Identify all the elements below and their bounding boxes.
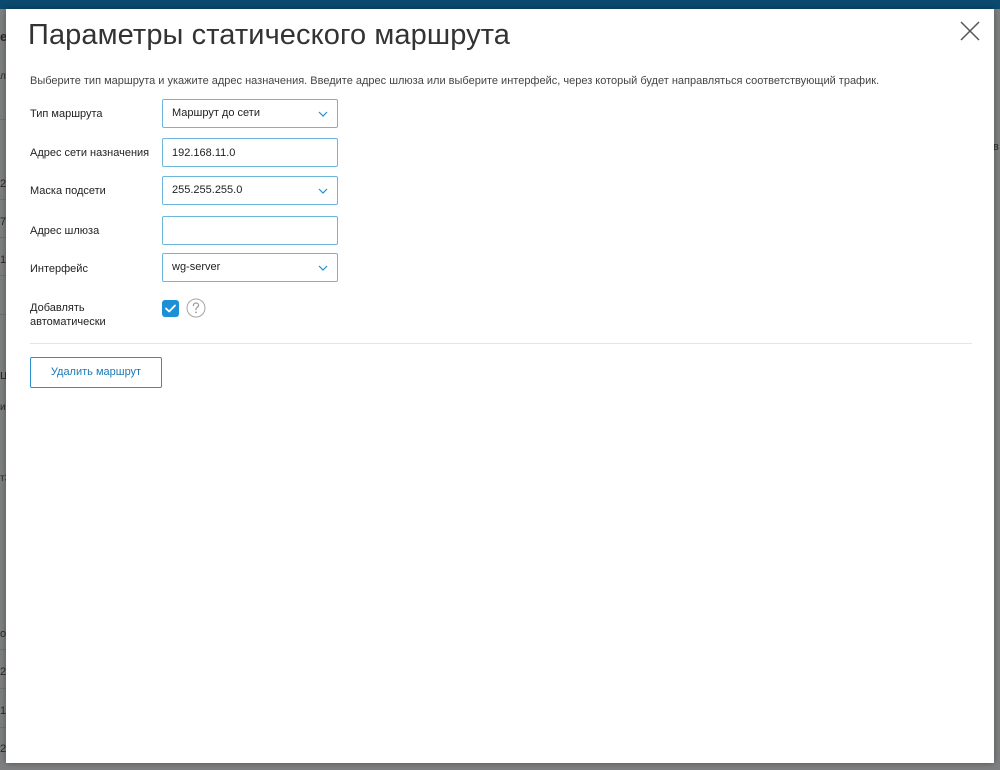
- auto-add-label-line2: автоматически: [30, 316, 106, 328]
- chevron-down-icon: [318, 111, 328, 117]
- gateway-label: Адрес шлюза: [30, 225, 100, 237]
- question-icon: [186, 298, 206, 318]
- chevron-down-icon: [318, 188, 328, 194]
- app-top-bar: [0, 0, 1000, 9]
- interface-label: Интерфейс: [30, 263, 88, 275]
- subnet-mask-value: 255.255.255.0: [172, 184, 243, 196]
- destination-network-input[interactable]: [163, 139, 337, 166]
- chevron-down-icon: [318, 265, 328, 271]
- close-button[interactable]: [958, 19, 982, 43]
- route-type-select[interactable]: Маршрут до сети: [162, 99, 338, 128]
- delete-route-button[interactable]: Удалить маршрут: [30, 357, 162, 388]
- interface-select[interactable]: wg-server: [162, 253, 338, 282]
- subnet-mask-select[interactable]: 255.255.255.0: [162, 176, 338, 205]
- route-type-value: Маршрут до сети: [172, 107, 260, 119]
- subnet-mask-label: Маска подсети: [30, 185, 106, 197]
- auto-add-checkbox[interactable]: [162, 300, 179, 317]
- dialog-description: Выберите тип маршрута и укажите адрес на…: [30, 75, 880, 87]
- close-icon: [960, 21, 980, 41]
- auto-add-label-line1: Добавлять: [30, 302, 85, 314]
- section-divider: [30, 343, 972, 344]
- check-icon: [165, 304, 176, 313]
- gateway-field: [162, 216, 338, 245]
- static-route-dialog: Параметры статического маршрута Выберите…: [6, 9, 994, 763]
- gateway-input[interactable]: [163, 217, 337, 244]
- route-type-label: Тип маршрута: [30, 108, 103, 120]
- help-button[interactable]: [186, 298, 206, 318]
- destination-network-label: Адрес сети назначения: [30, 147, 150, 159]
- destination-network-field: [162, 138, 338, 167]
- interface-value: wg-server: [172, 261, 221, 273]
- dialog-title: Параметры статического маршрута: [28, 19, 511, 51]
